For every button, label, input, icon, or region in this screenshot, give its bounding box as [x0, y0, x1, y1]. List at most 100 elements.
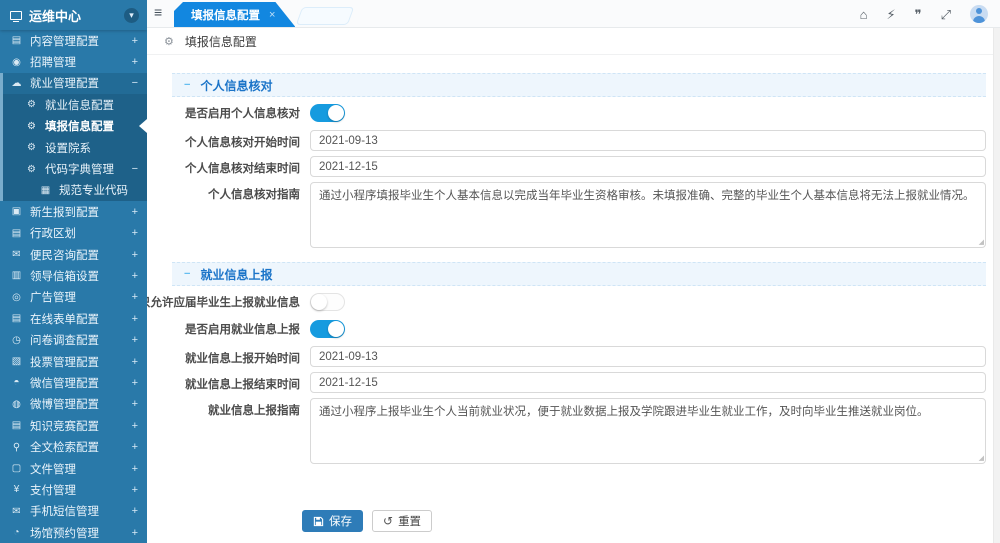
menu-toggle-icon[interactable]: ≡ [154, 5, 162, 19]
save-icon [313, 516, 324, 527]
sidebar-item[interactable]: ▧投票管理配置+ [0, 351, 147, 372]
reset-button-label: 重置 [398, 513, 421, 529]
section-header[interactable]: −就业信息上报 [172, 262, 986, 286]
vertical-scrollbar[interactable] [993, 28, 1000, 543]
sidebar-subitem[interactable]: ⚙ 就业信息配置 [3, 94, 147, 115]
lightning-icon[interactable]: ⚡ [886, 8, 895, 21]
field-label: 个人信息核对结束时间 [172, 156, 300, 176]
save-button[interactable]: 保存 [302, 510, 363, 532]
sidebar-item[interactable]: ◓微信管理配置+ [0, 372, 147, 393]
field-control [310, 293, 986, 311]
payment-yen-icon: ¥ [10, 484, 23, 495]
form-row: 是否启用就业信息上报 [172, 319, 986, 339]
sidebar-item[interactable]: ⚲全文检索配置+ [0, 436, 147, 457]
mail-icon: ✉ [10, 249, 23, 260]
sidebar-item[interactable]: ▥领导信箱设置+ [0, 265, 147, 286]
sidebar-item[interactable]: ◉招聘管理+ [0, 51, 147, 72]
sidebar-subitem[interactable]: ⚙代码字典管理− [3, 158, 147, 179]
sidebar-item-label: 内容管理配置 [30, 33, 99, 49]
save-button-label: 保存 [329, 513, 352, 529]
sidebar-item[interactable]: ▤在线表单配置+ [0, 308, 147, 329]
date-input[interactable] [310, 156, 986, 177]
sidebar-item[interactable]: ◔场馆预约管理+ [0, 522, 147, 543]
sidebar-item[interactable]: ▤知识竞赛配置+ [0, 415, 147, 436]
user-icon: ▣ [10, 206, 23, 217]
toggle-knob [311, 294, 327, 310]
home-icon[interactable]: ⌂ [860, 8, 868, 21]
weibo-icon: ◍ [10, 399, 23, 410]
survey-clock-icon: ◷ [10, 335, 23, 346]
plus-icon: + [132, 527, 138, 539]
chevron-down-icon: ▾ [129, 10, 134, 21]
gear-icon: ⚙ [164, 35, 174, 48]
sidebar-item[interactable]: ▤ 行政区划 + [0, 223, 147, 244]
expand-icon[interactable]: ⤢ [941, 8, 951, 21]
sidebar-collapse-button[interactable]: ▾ [124, 8, 139, 23]
sidebar-item[interactable]: ¥支付管理+ [0, 479, 147, 500]
toggle-switch[interactable] [310, 293, 345, 311]
form-body: −个人信息核对是否启用个人信息核对个人信息核对开始时间个人信息核对结束时间个人信… [172, 73, 986, 464]
topbar-icons: ⌂ ⚡ ❞ ⤢ [860, 0, 988, 28]
sidebar-item-label: 新生报到配置 [30, 204, 99, 220]
field-control [310, 156, 986, 177]
sidebar-item[interactable]: ▣ 新生报到配置 + [0, 201, 147, 222]
reset-icon: ↺ [383, 514, 393, 528]
field-label: 个人信息核对开始时间 [172, 130, 300, 150]
sidebar-item[interactable]: ▤内容管理配置+ [0, 30, 147, 51]
collapse-minus-icon: − [184, 268, 190, 280]
page-title: 填报信息配置 [185, 33, 257, 50]
date-input[interactable] [310, 130, 986, 151]
plus-icon: + [132, 441, 138, 453]
close-icon[interactable]: × [269, 9, 275, 21]
sidebar-item[interactable]: ▢文件管理+ [0, 458, 147, 479]
sidebar-item[interactable]: ◎广告管理+ [0, 287, 147, 308]
plus-icon: + [132, 227, 138, 239]
messages-icon[interactable]: ❞ [915, 8, 922, 21]
sidebar-item-label: 行政区划 [30, 225, 76, 241]
sidebar-item-label: 就业管理配置 [30, 75, 99, 91]
sidebar-item-label: 就业信息配置 [45, 97, 114, 113]
avatar[interactable] [970, 5, 988, 23]
minus-icon: − [132, 77, 138, 89]
sidebar-item[interactable]: ◷问卷调查配置+ [0, 329, 147, 350]
sidebar-subitem[interactable]: ⚙设置院系 [3, 137, 147, 158]
toggle-switch[interactable] [310, 104, 345, 122]
sidebar-group: ☁就业管理配置−⚙就业信息配置⚙填报信息配置⚙设置院系⚙代码字典管理−▦规范专业… [0, 73, 147, 201]
field-label: 就业信息上报指南 [172, 398, 300, 418]
field-label: 个人信息核对指南 [172, 182, 300, 202]
date-input[interactable] [310, 372, 986, 393]
eye-icon: ◉ [10, 57, 23, 68]
plus-icon: + [132, 334, 138, 346]
field-control [310, 104, 986, 122]
sidebar-item-label: 招聘管理 [30, 54, 76, 70]
file-icon: ▢ [10, 463, 23, 474]
region-doc-icon: ▤ [10, 228, 23, 239]
sidebar-item[interactable]: ✉便民咨询配置+ [0, 244, 147, 265]
sidebar-item-label: 领导信箱设置 [30, 268, 99, 284]
sidebar-subitem[interactable]: ▦规范专业代码 [3, 180, 147, 201]
sidebar-item[interactable]: ☁就业管理配置− [3, 73, 147, 94]
toggle-switch[interactable] [310, 320, 345, 338]
reset-button[interactable]: ↺ 重置 [372, 510, 432, 532]
form-row: 只允许应届毕业生上报就业信息 [172, 292, 986, 312]
app-window: 运维中心 ▾ ▤内容管理配置+◉招聘管理+☁就业管理配置−⚙就业信息配置⚙填报信… [0, 0, 1000, 543]
form-content: −个人信息核对是否启用个人信息核对个人信息核对开始时间个人信息核对结束时间个人信… [147, 55, 1000, 543]
plus-icon: + [132, 463, 138, 475]
section-header[interactable]: −个人信息核对 [172, 73, 986, 97]
sidebar-item-label: 投票管理配置 [30, 354, 99, 370]
laptop-icon [10, 11, 22, 20]
date-input[interactable] [310, 346, 986, 367]
gear-icon: ⚙ [25, 164, 38, 175]
plus-icon: + [132, 206, 138, 218]
tab-fill-info-config[interactable]: 填报信息配置 × [174, 2, 295, 27]
tab-label: 填报信息配置 [191, 7, 260, 23]
guide-textarea[interactable]: 通过小程序填报毕业生个人基本信息以完成当年毕业生资格审核。未填报准确、完整的毕业… [310, 182, 986, 248]
search-icon: ⚲ [10, 442, 23, 453]
knowledge-doc-icon: ▤ [10, 420, 23, 431]
toggle-knob [328, 321, 344, 337]
sidebar-item-active[interactable]: ⚙填报信息配置 [3, 116, 147, 137]
gear-icon: ⚙ [25, 99, 38, 110]
guide-textarea[interactable]: 通过小程序上报毕业生个人当前就业状况，便于就业数据上报及学院跟进毕业生就业工作，… [310, 398, 986, 464]
sidebar-item[interactable]: ◍微博管理配置+ [0, 394, 147, 415]
sidebar-item[interactable]: ✉手机短信管理+ [0, 501, 147, 522]
